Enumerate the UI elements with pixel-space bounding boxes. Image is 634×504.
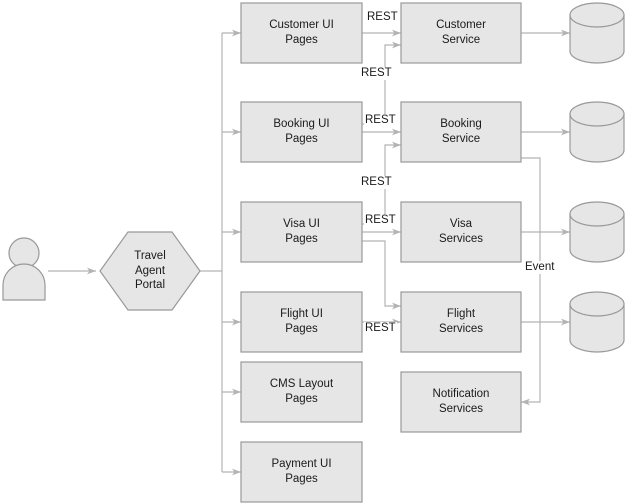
node-notification-services[interactable]: [400, 371, 522, 433]
edge-label-rest-visa: REST: [364, 214, 397, 227]
edge-booking-service-event-to-notification: [521, 157, 541, 406]
node-visa-ui[interactable]: [240, 201, 363, 263]
database-visa-db[interactable]: [569, 201, 625, 263]
node-booking-ui[interactable]: [240, 101, 363, 163]
edge-label-rest-booking: REST: [364, 114, 397, 127]
edge-label-event: Event: [524, 261, 556, 274]
edge-label-rest-flight: REST: [364, 322, 397, 335]
node-booking-service[interactable]: [400, 101, 522, 163]
node-flight-services[interactable]: [400, 291, 522, 353]
edge-label-rest-booking-to-customer: REST: [360, 67, 393, 80]
node-payment-ui[interactable]: [240, 441, 363, 503]
database-customer-db[interactable]: [569, 2, 625, 64]
database-flight-db[interactable]: [569, 291, 625, 353]
node-visa-services[interactable]: [400, 201, 522, 263]
node-customer-service[interactable]: [400, 2, 522, 64]
user-actor: [2, 237, 46, 301]
node-cms-layout[interactable]: [240, 361, 363, 423]
edge-label-rest-customer: REST: [366, 11, 399, 24]
node-customer-ui[interactable]: [240, 2, 363, 64]
architecture-diagram: Travel Agent Portal Customer UI Pages Bo…: [0, 0, 634, 504]
node-flight-ui[interactable]: [240, 291, 363, 353]
edge-label-rest-visa-to-booking: REST: [360, 176, 393, 189]
edge-booking-ui-to-customer-service: [362, 41, 401, 125]
travel-agent-portal[interactable]: [99, 231, 201, 311]
edge-visa-ui-to-flight-services: [362, 240, 401, 310]
actor-body-icon: [2, 263, 46, 301]
database-booking-db[interactable]: [569, 101, 625, 163]
diagram-shapes-layer: [2, 2, 625, 503]
